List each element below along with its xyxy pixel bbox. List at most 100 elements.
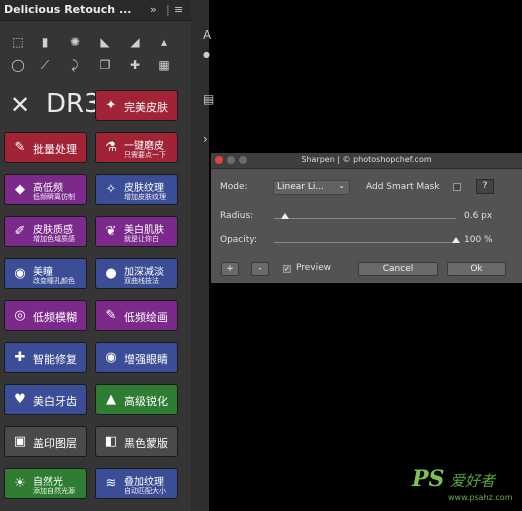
mode-select[interactable]: Linear Li... ⌄ bbox=[273, 180, 350, 195]
dot-icon[interactable]: ● bbox=[203, 50, 210, 59]
chevron-down-icon: ⌄ bbox=[338, 181, 345, 190]
perfect-skin-button[interactable]: ✦ 完美皮肤 bbox=[95, 90, 178, 121]
sphere-icon: ● bbox=[105, 266, 117, 281]
histogram-icon[interactable]: ◣ bbox=[97, 35, 113, 49]
mode-value: Linear Li... bbox=[277, 182, 324, 192]
curves-icon[interactable]: ▴ bbox=[156, 35, 172, 49]
properties-icon[interactable]: ▤ bbox=[203, 92, 214, 106]
natural-light-button[interactable]: ☀ 自然光 添加自然光源 bbox=[4, 468, 87, 499]
pupil-icon: ◉ bbox=[14, 266, 26, 281]
enhance-eyes-button[interactable]: ◉ 增强眼睛 bbox=[95, 342, 178, 373]
opacity-label: Opacity: bbox=[220, 235, 257, 245]
opacity-slider-track[interactable] bbox=[274, 242, 456, 243]
sun-icon: ☀ bbox=[14, 476, 26, 491]
button-title: 完美皮肤 bbox=[124, 101, 168, 114]
black-mask-button[interactable]: ◧ 黑色蒙版 bbox=[95, 426, 178, 457]
plus-button[interactable]: + bbox=[221, 262, 239, 276]
splatter-icon[interactable]: ✺ bbox=[67, 35, 83, 49]
whiten-teeth-button[interactable]: ♥ 美白牙齿 bbox=[4, 384, 87, 415]
tooth-icon: ♥ bbox=[14, 392, 26, 407]
watermark-url: www.psahz.com bbox=[448, 493, 513, 502]
feather-icon: ❦ bbox=[105, 224, 117, 239]
panel-menu-icon[interactable]: ≡ bbox=[174, 3, 183, 16]
low-freq-blur-button[interactable]: ◎ 低频模糊 bbox=[4, 300, 87, 331]
delicious-retouch-panel: Delicious Retouch ... » | ≡ ⬚ ▮ ✺ ◣ ◢ ▴ … bbox=[0, 0, 191, 511]
overlay-texture-button[interactable]: ≋ 叠加纹理 自动匹配大小 bbox=[95, 468, 178, 499]
opacity-value: 100 % bbox=[464, 235, 493, 245]
radius-slider-track[interactable] bbox=[274, 218, 456, 219]
lasso-icon[interactable]: ◯ bbox=[10, 58, 26, 72]
triangle-icon: ▲ bbox=[106, 392, 116, 407]
radius-slider-thumb[interactable] bbox=[280, 213, 289, 219]
button-title: 盖印图层 bbox=[33, 437, 77, 450]
button-title: 低频模糊 bbox=[33, 311, 77, 324]
button-subtitle: 只需要点一下 bbox=[124, 151, 166, 159]
chip-icon[interactable]: ▦ bbox=[156, 58, 172, 72]
sharpen-dialog: Sharpen | © photoshopchef.com Mode: Line… bbox=[211, 153, 522, 283]
panel-header: Delicious Retouch ... » | ≡ bbox=[0, 0, 191, 21]
canvas-divider bbox=[191, 0, 209, 511]
mode-label: Mode: bbox=[220, 182, 248, 192]
beauty-pupil-button[interactable]: ◉ 美瞳 改变瞳孔颜色 bbox=[4, 258, 87, 289]
expand-icon[interactable]: » bbox=[150, 3, 157, 16]
brush-tool-icon[interactable]: ⟋ bbox=[37, 58, 53, 72]
smart-mask-checkbox[interactable] bbox=[453, 183, 461, 191]
dialog-title: Sharpen | © photoshopchef.com bbox=[301, 155, 432, 164]
diamond-icon: ◆ bbox=[15, 182, 25, 197]
preview-checkbox[interactable]: ✓ bbox=[283, 265, 291, 273]
face-icon: ✦ bbox=[105, 98, 117, 113]
low-freq-paint-button[interactable]: ✎ 低频绘画 bbox=[95, 300, 178, 331]
deepen-button[interactable]: ● 加深减淡 双曲线技法 bbox=[95, 258, 178, 289]
minus-button[interactable]: - bbox=[251, 262, 269, 276]
skin-quality-button[interactable]: ✐ 皮肤质感 增加色域质感 bbox=[4, 216, 87, 247]
rotate-icon[interactable]: ⤸ bbox=[67, 58, 83, 72]
opacity-slider-thumb[interactable] bbox=[452, 237, 460, 243]
copy-icon[interactable]: ❐ bbox=[97, 58, 113, 72]
watermark-cn: 爱好者 bbox=[450, 472, 496, 490]
button-title: 增强眼睛 bbox=[124, 353, 168, 366]
advanced-sharpen-button[interactable]: ▲ 高级锐化 bbox=[95, 384, 178, 415]
dialog-titlebar: Sharpen | © photoshopchef.com bbox=[211, 153, 522, 169]
radius-label: Radius: bbox=[220, 211, 254, 221]
marquee-icon[interactable]: ⬚ bbox=[10, 35, 26, 49]
stamp-layer-button[interactable]: ▣ 盖印图层 bbox=[4, 426, 87, 457]
eye-blur-icon: ◎ bbox=[14, 308, 26, 323]
whiten-skin-button[interactable]: ❦ 美白肌肤 就是让你白 bbox=[95, 216, 178, 247]
texture-icon: ≋ bbox=[105, 476, 117, 491]
button-subtitle: 就是让你白 bbox=[124, 235, 159, 243]
tools-cross-icon: ✕ bbox=[10, 91, 31, 119]
levels-icon[interactable]: ◢ bbox=[127, 35, 143, 49]
button-subtitle: 增加皮肤纹理 bbox=[124, 193, 166, 201]
smart-repair-button[interactable]: ✚ 智能修复 bbox=[4, 342, 87, 373]
button-subtitle: 改变瞳孔颜色 bbox=[33, 277, 75, 285]
batch-process-button[interactable]: ✎ 批量处理 bbox=[4, 132, 87, 163]
smart-mask-label: Add Smart Mask bbox=[366, 182, 440, 192]
button-title: 美白牙齿 bbox=[33, 395, 77, 408]
button-subtitle: 增加色域质感 bbox=[33, 235, 75, 243]
ok-button[interactable]: Ok bbox=[447, 262, 506, 276]
high-low-freq-button[interactable]: ◆ 高低频 低频瞬离仿制 bbox=[4, 174, 87, 205]
cancel-button[interactable]: Cancel bbox=[358, 262, 438, 276]
spray-icon: ✧ bbox=[105, 182, 117, 197]
arrow-icon[interactable]: › bbox=[203, 132, 208, 146]
button-title: 黑色蒙版 bbox=[124, 437, 168, 450]
watermark-brand: PS bbox=[412, 466, 445, 492]
one-key-smooth-button[interactable]: ⚗ 一键磨皮 只需要点一下 bbox=[95, 132, 178, 163]
patch-icon[interactable]: ✚ bbox=[127, 58, 143, 72]
button-subtitle: 添加自然光源 bbox=[33, 487, 75, 495]
button-title: 低频绘画 bbox=[124, 311, 168, 324]
panel-title: Delicious Retouch ... bbox=[4, 3, 132, 16]
logo-text: DR3 bbox=[46, 89, 101, 119]
gradient-icon[interactable]: ▮ bbox=[37, 35, 53, 49]
eye-icon: ◉ bbox=[105, 350, 117, 365]
button-subtitle: 自动匹配大小 bbox=[124, 487, 166, 495]
help-button[interactable]: ? bbox=[476, 179, 494, 194]
button-subtitle: 双曲线技法 bbox=[124, 277, 159, 285]
brush-icon: ✎ bbox=[14, 140, 26, 155]
skin-texture-button[interactable]: ✧ 皮肤纹理 增加皮肤纹理 bbox=[95, 174, 178, 205]
button-title: 批量处理 bbox=[33, 143, 77, 156]
pen-icon: ✐ bbox=[14, 224, 26, 239]
type-icon[interactable]: A bbox=[203, 28, 211, 42]
button-title: 高级锐化 bbox=[124, 395, 168, 408]
button-subtitle: 低频瞬离仿制 bbox=[33, 193, 75, 201]
